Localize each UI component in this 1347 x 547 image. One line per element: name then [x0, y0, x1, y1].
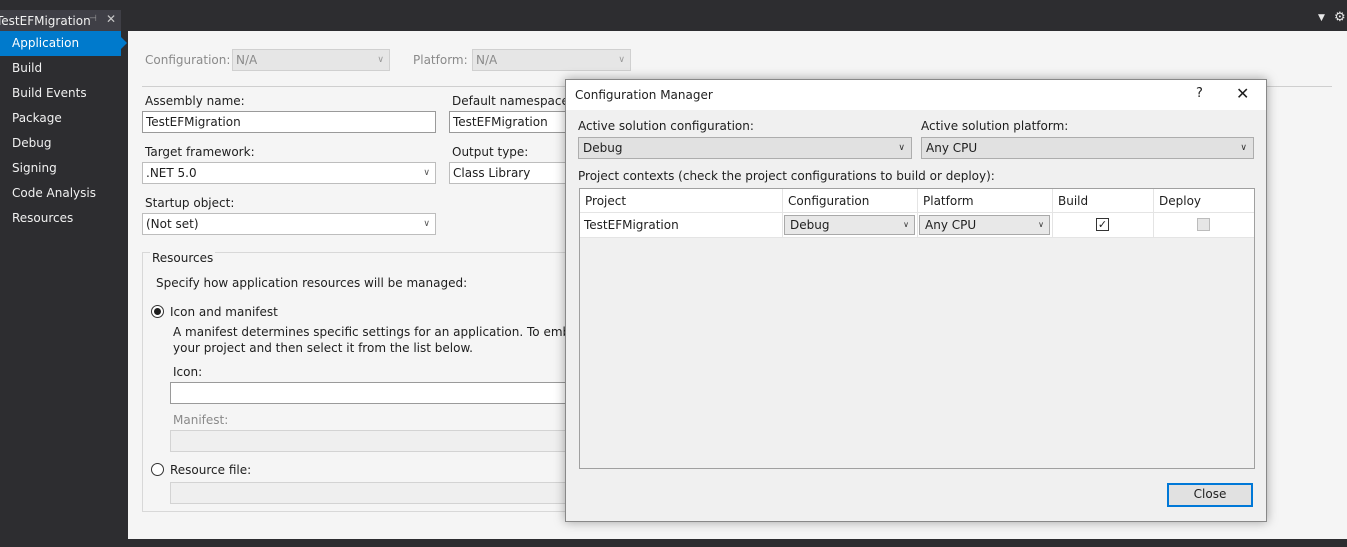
- default-namespace-label: Default namespace:: [452, 94, 573, 108]
- row-platform-select[interactable]: Any CPU ∨: [919, 215, 1050, 235]
- chevron-down-icon: ∨: [898, 143, 905, 153]
- startup-object-select[interactable]: (Not set) ∨: [142, 213, 436, 235]
- project-properties-sidebar: Application Build Build Events Package D…: [0, 31, 128, 539]
- close-icon[interactable]: ✕: [106, 12, 116, 26]
- active-config-select-value: Debug: [583, 141, 623, 155]
- grid-header: Project Configuration Platform Build Dep…: [580, 189, 1254, 213]
- document-tab-title: TestEFMigration: [0, 13, 91, 28]
- status-strip: [0, 539, 1347, 547]
- close-icon[interactable]: ✕: [1236, 84, 1249, 103]
- configuration-label: Configuration:: [145, 53, 231, 67]
- dialog-title-bar[interactable]: Configuration Manager ? ✕: [566, 80, 1266, 110]
- sidebar-item-resources[interactable]: Resources: [0, 206, 128, 231]
- sidebar-item-package[interactable]: Package: [0, 106, 128, 131]
- active-config-select[interactable]: Debug ∨: [578, 137, 912, 159]
- resource-file-input: [170, 482, 570, 504]
- startup-object-label: Startup object:: [145, 196, 235, 210]
- chevron-down-icon: ∨: [423, 168, 430, 178]
- sidebar-item-label: Build: [12, 61, 43, 75]
- target-framework-label: Target framework:: [145, 145, 255, 159]
- project-contexts-grid: Project Configuration Platform Build Dep…: [579, 188, 1255, 469]
- icon-input[interactable]: [170, 382, 570, 404]
- project-cell: TestEFMigration: [580, 213, 783, 237]
- chevron-down-icon: ∨: [903, 220, 909, 229]
- icon-label: Icon:: [173, 365, 203, 379]
- sidebar-item-label: Code Analysis: [12, 186, 96, 200]
- chevron-down-icon: ∨: [1240, 143, 1247, 153]
- sidebar-item-build-events[interactable]: Build Events: [0, 81, 128, 106]
- document-tab[interactable]: TestEFMigration ⊣ ✕: [0, 10, 121, 31]
- platform-select: N/A ∨: [472, 49, 631, 71]
- output-type-label: Output type:: [452, 145, 529, 159]
- sidebar-item-signing[interactable]: Signing: [0, 156, 128, 181]
- column-header-configuration: Configuration: [783, 189, 918, 213]
- icon-manifest-description-2: your project and then select it from the…: [173, 341, 473, 355]
- sidebar-item-label: Resources: [12, 211, 74, 225]
- platform-select-value: N/A: [476, 53, 498, 67]
- startup-object-select-value: (Not set): [146, 217, 199, 231]
- chevron-down-icon: ∨: [377, 55, 384, 65]
- manifest-label: Manifest:: [173, 413, 229, 427]
- close-button[interactable]: Close: [1167, 483, 1253, 507]
- chevron-down-icon: ∨: [423, 219, 430, 229]
- help-icon[interactable]: ?: [1196, 86, 1203, 101]
- chevron-down-icon: ∨: [618, 55, 625, 65]
- project-contexts-label: Project contexts (check the project conf…: [578, 169, 995, 183]
- chevron-down-icon[interactable]: ▼: [1318, 13, 1325, 23]
- sidebar-item-label: Signing: [12, 161, 57, 175]
- configuration-select-value: N/A: [236, 53, 258, 67]
- row-platform-value: Any CPU: [925, 218, 977, 232]
- default-namespace-input[interactable]: TestEFMigration: [449, 111, 569, 133]
- assembly-name-label: Assembly name:: [145, 94, 245, 108]
- resource-file-radio[interactable]: [151, 463, 164, 476]
- column-header-build: Build: [1053, 189, 1154, 213]
- pin-icon[interactable]: ⊣: [89, 14, 97, 24]
- manifest-input: [170, 430, 570, 452]
- table-row: TestEFMigration Debug ∨ Any CPU ∨ ✓: [580, 213, 1254, 238]
- sidebar-item-label: Application: [12, 36, 80, 50]
- sidebar-item-label: Debug: [12, 136, 52, 150]
- sidebar-item-application[interactable]: Application: [0, 31, 127, 56]
- output-type-select[interactable]: Class Library: [449, 162, 569, 184]
- build-checkbox[interactable]: ✓: [1096, 218, 1109, 231]
- target-framework-select[interactable]: .NET 5.0 ∨: [142, 162, 436, 184]
- chevron-down-icon: ∨: [1038, 220, 1044, 229]
- active-config-label: Active solution configuration:: [578, 119, 754, 133]
- assembly-name-input[interactable]: TestEFMigration: [142, 111, 436, 133]
- target-framework-select-value: .NET 5.0: [146, 166, 197, 180]
- sidebar-item-build[interactable]: Build: [0, 56, 128, 81]
- document-tab-strip: TestEFMigration ⊣ ✕ ▼ ⚙: [0, 0, 1347, 31]
- icon-manifest-description-1: A manifest determines specific settings …: [173, 325, 626, 339]
- resources-description: Specify how application resources will b…: [156, 276, 468, 290]
- configuration-select: N/A ∨: [232, 49, 390, 71]
- platform-label: Platform:: [413, 53, 468, 67]
- sidebar-item-label: Build Events: [12, 86, 87, 100]
- active-platform-select[interactable]: Any CPU ∨: [921, 137, 1254, 159]
- column-header-platform: Platform: [918, 189, 1053, 213]
- icon-manifest-radio[interactable]: [151, 305, 164, 318]
- column-header-project: Project: [580, 189, 783, 213]
- icon-manifest-label: Icon and manifest: [170, 305, 278, 319]
- sidebar-item-debug[interactable]: Debug: [0, 131, 128, 156]
- column-header-deploy: Deploy: [1159, 194, 1202, 208]
- sidebar-item-code-analysis[interactable]: Code Analysis: [0, 181, 128, 206]
- gear-icon[interactable]: ⚙: [1334, 10, 1346, 25]
- row-configuration-select[interactable]: Debug ∨: [784, 215, 915, 235]
- active-platform-select-value: Any CPU: [926, 141, 978, 155]
- sidebar-item-label: Package: [12, 111, 62, 125]
- active-platform-label: Active solution platform:: [921, 119, 1069, 133]
- resource-file-label: Resource file:: [170, 463, 252, 477]
- configuration-manager-dialog: Configuration Manager ? ✕ Active solutio…: [565, 79, 1267, 522]
- row-configuration-value: Debug: [790, 218, 830, 232]
- deploy-checkbox: [1197, 218, 1210, 231]
- resources-group-label: Resources: [150, 251, 216, 265]
- output-type-select-value: Class Library: [453, 166, 531, 180]
- dialog-title: Configuration Manager: [575, 88, 713, 102]
